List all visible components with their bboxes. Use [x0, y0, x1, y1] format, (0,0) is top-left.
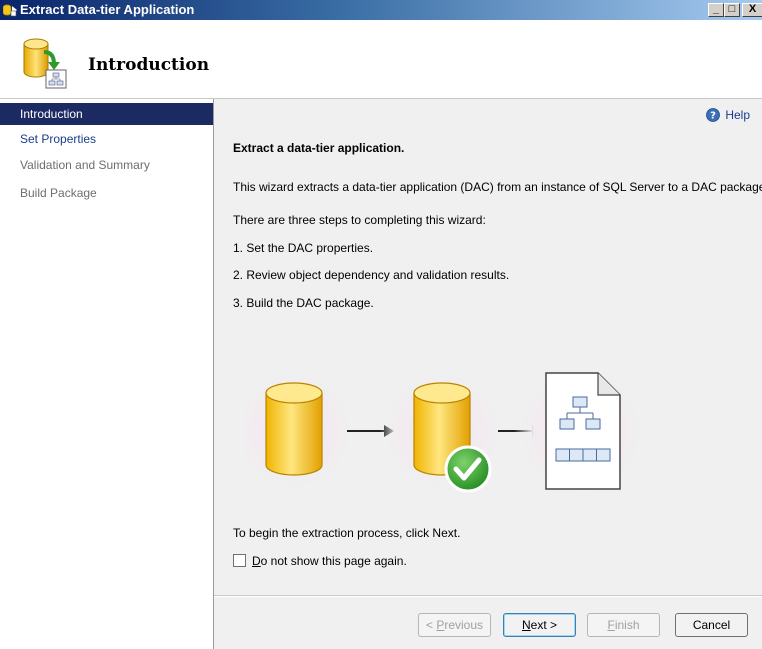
description-text: This wizard extracts a data-tier applica…	[233, 180, 762, 194]
finish-button[interactable]: Finish	[587, 613, 660, 637]
begin-text: To begin the extraction process, click N…	[233, 526, 461, 540]
sidebar-item-set-properties[interactable]: Set Properties	[0, 128, 213, 150]
previous-button[interactable]: < Previous	[418, 613, 491, 637]
wizard-content: ? Help Extract a data-tier application. …	[214, 99, 762, 649]
do-not-show-checkbox-label[interactable]: Do not show this page again.	[252, 553, 407, 569]
wizard-window: Extract Data-tier Application _ □ X Intr…	[0, 0, 762, 649]
wizard-sidebar: Introduction Set Properties Validation a…	[0, 99, 214, 649]
maximize-button[interactable]: □	[724, 3, 740, 17]
help-label: Help	[725, 108, 750, 122]
steps-intro-text: There are three steps to completing this…	[233, 213, 486, 227]
title-bar[interactable]: Extract Data-tier Application _ □ X	[0, 0, 762, 20]
help-link[interactable]: ? Help	[706, 107, 750, 123]
content-heading: Extract a data-tier application.	[233, 141, 405, 155]
database-extract-icon	[22, 38, 70, 90]
step-1-text: 1. Set the DAC properties.	[233, 241, 374, 255]
wizard-header: Introduction	[0, 20, 762, 99]
page-title: Introduction	[88, 55, 210, 75]
source-database-icon	[244, 369, 356, 493]
cancel-button[interactable]: Cancel	[675, 613, 748, 637]
step-3-text: 3. Build the DAC package.	[233, 296, 374, 310]
step-2-text: 2. Review object dependency and validati…	[233, 268, 510, 282]
extraction-illustration	[244, 365, 646, 497]
dac-package-icon	[514, 365, 646, 497]
sidebar-item-build-package: Build Package	[20, 186, 97, 200]
sidebar-item-introduction[interactable]: Introduction	[0, 103, 213, 125]
sidebar-item-validation-and-summary: Validation and Summary	[20, 158, 150, 172]
close-button[interactable]: X	[742, 3, 762, 17]
do-not-show-checkbox[interactable]	[233, 554, 246, 567]
minimize-button[interactable]: _	[708, 3, 724, 17]
check-icon	[444, 445, 492, 493]
footer-divider	[214, 595, 762, 597]
window-title: Extract Data-tier Application	[20, 2, 195, 17]
help-icon: ?	[706, 108, 721, 122]
next-button[interactable]: Next >	[503, 613, 576, 637]
svg-text:?: ?	[710, 111, 716, 122]
app-icon	[2, 3, 18, 17]
